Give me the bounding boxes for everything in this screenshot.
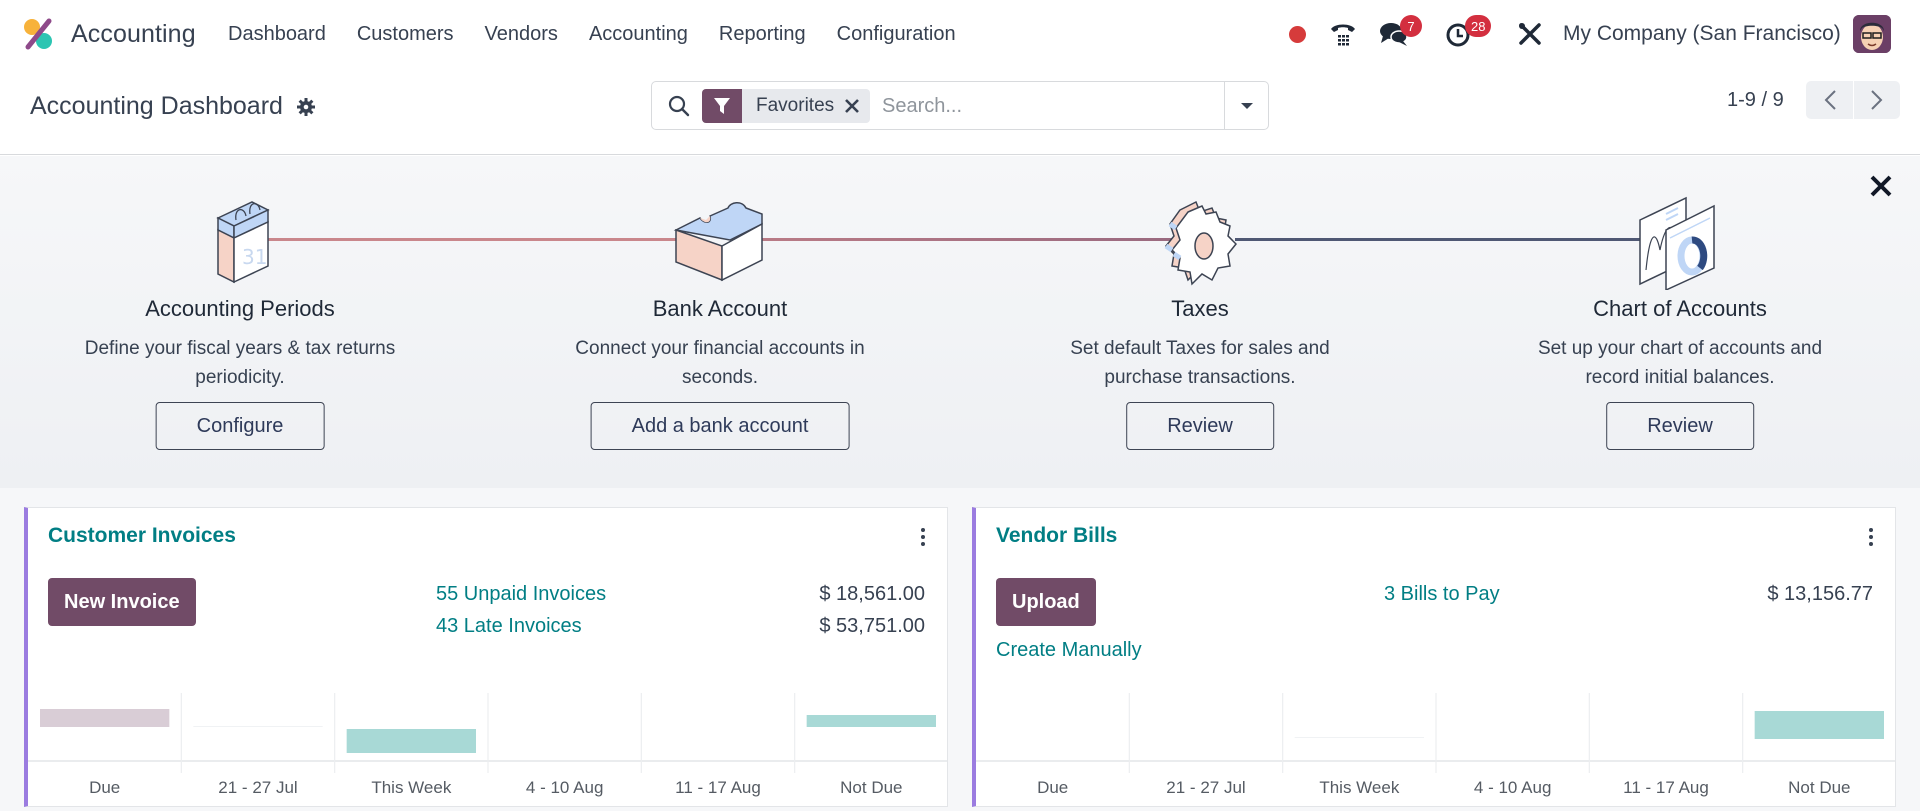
step-title: Chart of Accounts: [1593, 296, 1767, 321]
menu-configuration[interactable]: Configuration: [837, 23, 956, 46]
chart-bar-21-27-jul[interactable]: [193, 726, 323, 727]
review-taxes-button[interactable]: Review: [1126, 402, 1274, 450]
step-connector: [1235, 238, 1640, 241]
chart-tick-label: Not Due: [840, 778, 902, 797]
app-name[interactable]: Accounting: [71, 20, 196, 49]
menu-customers[interactable]: Customers: [357, 23, 454, 46]
step-description: Set default Taxes for sales and purchase…: [1070, 338, 1330, 388]
new-invoice-button[interactable]: New Invoice: [48, 578, 196, 626]
page-title: Accounting Dashboard: [30, 92, 283, 120]
chart-tick-label: Due: [89, 778, 120, 797]
recording-indicator-icon[interactable]: [1289, 26, 1306, 43]
unpaid-invoices-amount: $ 18,561.00: [819, 583, 925, 605]
configure-button[interactable]: Configure: [155, 402, 325, 450]
control-panel: Accounting Dashboard Favorites Search...…: [0, 70, 1920, 155]
pager-next-button[interactable]: [1853, 81, 1900, 119]
chart-tick-label: 21 - 27 Jul: [1166, 778, 1245, 797]
add-bank-account-button[interactable]: Add a bank account: [590, 402, 850, 450]
puzzle-piece-icon: [673, 202, 763, 282]
step-description: Define your fiscal years & tax returns p…: [84, 338, 396, 388]
late-invoices-amount: $ 53,751.00: [819, 615, 925, 637]
step-description: Connect your financial accounts in secon…: [575, 338, 865, 388]
search-icon[interactable]: [668, 95, 690, 117]
step-description: Set up your chart of accounts and record…: [1537, 338, 1823, 388]
menu-dashboard[interactable]: Dashboard: [228, 23, 326, 46]
bills-to-pay-link[interactable]: 3 Bills to Pay: [1384, 583, 1500, 606]
search-input[interactable]: [882, 90, 1222, 122]
card-title[interactable]: Vendor Bills: [996, 524, 1117, 548]
step-connector: [262, 238, 682, 241]
pager-previous-button[interactable]: [1806, 81, 1853, 119]
step-title: Bank Account: [652, 296, 788, 321]
facet-label: Favorites: [756, 95, 835, 116]
svg-text:31: 31: [242, 245, 267, 269]
chart-bar-due[interactable]: [40, 709, 170, 727]
pager-value[interactable]: 1-9 / 9: [1727, 89, 1784, 112]
chart-tick-label: This Week: [371, 778, 451, 797]
chart-tick-label: 4 - 10 Aug: [526, 778, 604, 797]
chevron-left-icon: [1824, 90, 1836, 110]
chart-tick-label: 11 - 17 Aug: [1623, 778, 1709, 797]
chart-tick-label: 21 - 27 Jul: [218, 778, 297, 797]
bills-to-pay-amount: $ 13,156.77: [1767, 583, 1873, 605]
activities-badge: 28: [1465, 15, 1492, 37]
main-menu: Dashboard Customers Vendors Accounting R…: [228, 23, 987, 46]
customer-invoices-bar-chart[interactable]: Due 21 - 27 Jul This Week 4 - 10 Aug 11 - 17…: [28, 693, 948, 806]
vendor-bills-card: Vendor Bills Upload 3 Bills to Pay $ 13,…: [972, 507, 1896, 807]
customer-invoices-card: Customer Invoices New Invoice 55 Unpaid …: [24, 507, 948, 807]
card-menu-kebab-icon[interactable]: [1865, 526, 1877, 548]
calendar-icon: 31: [216, 201, 270, 284]
step-title: Accounting Periods: [145, 296, 335, 321]
chart-bar-this-week[interactable]: [1294, 737, 1424, 738]
menu-reporting[interactable]: Reporting: [719, 23, 806, 46]
card-menu-kebab-icon[interactable]: [917, 526, 929, 548]
chart-tick-label: Not Due: [1788, 778, 1850, 797]
create-manually-link[interactable]: Create Manually: [996, 639, 1142, 662]
chart-tick-label: 11 - 17 Aug: [675, 778, 761, 797]
close-onboarding-icon[interactable]: [1865, 170, 1897, 202]
menu-vendors[interactable]: Vendors: [485, 23, 558, 46]
chart-bar-not-due[interactable]: [806, 715, 936, 727]
unpaid-invoices-link[interactable]: 55 Unpaid Invoices: [436, 583, 606, 606]
chart-pages-icon: [1639, 196, 1715, 290]
company-switcher[interactable]: My Company (San Francisco): [1563, 22, 1841, 46]
cog-icon: [1164, 200, 1238, 286]
pager-buttons: [1806, 81, 1900, 119]
step-connector: [762, 238, 1172, 241]
chevron-right-icon: [1871, 90, 1883, 110]
remove-facet-close-icon[interactable]: [834, 89, 870, 123]
chart-tick-label: 4 - 10 Aug: [1474, 778, 1552, 797]
search-options-chevron-down-icon[interactable]: [1224, 82, 1268, 129]
onboarding-panel: 31 Accounting Periods Define your fiscal…: [0, 156, 1920, 488]
upload-button[interactable]: Upload: [996, 578, 1096, 626]
menu-accounting[interactable]: Accounting: [589, 23, 688, 46]
phone-icon[interactable]: [1327, 18, 1359, 50]
gear-icon[interactable]: [296, 97, 316, 117]
search-bar: Favorites: [651, 81, 1269, 130]
search-facet-favorites[interactable]: Favorites: [702, 89, 871, 123]
step-title: Taxes: [1171, 296, 1229, 321]
chart-bar-not-due[interactable]: [1754, 711, 1884, 739]
card-title[interactable]: Customer Invoices: [48, 524, 236, 548]
top-navbar: Accounting Dashboard Customers Vendors A…: [0, 0, 1920, 70]
late-invoices-link[interactable]: 43 Late Invoices: [436, 615, 582, 638]
debug-tools-icon[interactable]: [1514, 18, 1546, 50]
filter-icon: [702, 89, 742, 123]
review-chart-of-accounts-button[interactable]: Review: [1606, 402, 1754, 450]
chart-tick-label: Due: [1037, 778, 1068, 797]
app-logo-icon[interactable]: [22, 17, 56, 51]
vendor-bills-bar-chart[interactable]: Due 21 - 27 Jul This Week 4 - 10 Aug 11 - 17…: [976, 693, 1896, 806]
chart-bar-this-week[interactable]: [346, 729, 476, 753]
chart-tick-label: This Week: [1319, 778, 1399, 797]
dashboard-kanban: Customer Invoices New Invoice 55 Unpaid …: [0, 488, 1920, 811]
user-avatar[interactable]: [1853, 15, 1891, 53]
messages-badge: 7: [1400, 15, 1422, 37]
